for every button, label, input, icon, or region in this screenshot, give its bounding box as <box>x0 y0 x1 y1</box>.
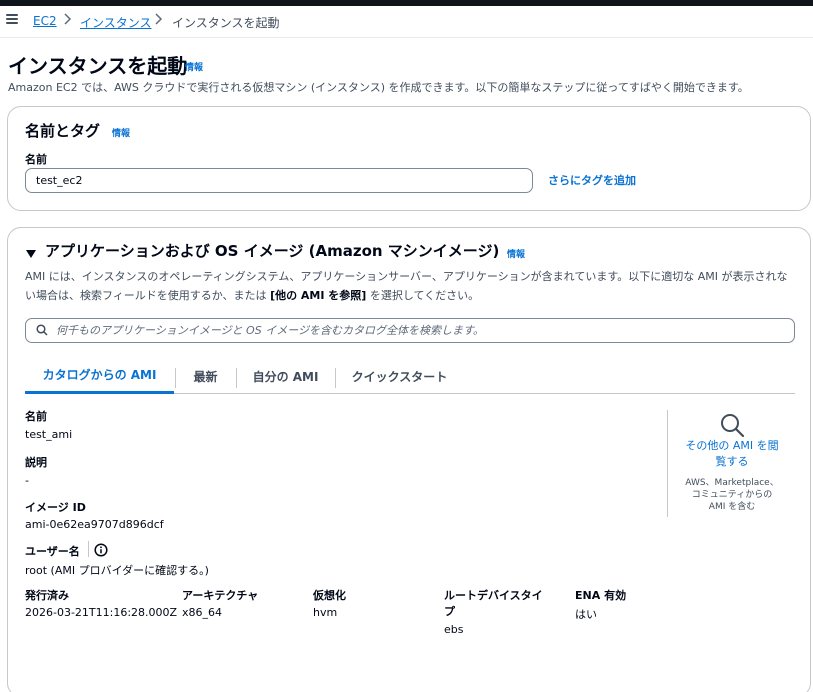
name-input[interactable]: test_ec2 <box>25 168 533 193</box>
ami-desc-label: 説明 <box>25 456 47 469</box>
tab-latest[interactable]: 最新 <box>176 358 235 394</box>
published-value: 2026-03-21T11:16:28.000Z <box>25 606 178 619</box>
name-tags-panel: 名前とタグ 情報 名前 test_ec2 さらにタグを追加 <box>7 106 811 211</box>
breadcrumb-current: インスタンスを起動 <box>172 16 280 30</box>
username-divider <box>88 541 89 557</box>
page-title: インスタンスを起動 <box>8 50 187 79</box>
breadcrumb-instances[interactable]: インスタンス <box>80 14 152 31</box>
browse-more-amis-link[interactable]: その他の AMI を閲 覧する <box>676 438 788 470</box>
browse-note: AWS、Marketplace、 コミュニティからの AMI を含む <box>676 477 788 513</box>
image-id-label: イメージ ID <box>25 501 86 514</box>
info-circle-icon[interactable] <box>94 542 108 561</box>
browse-note-line-1: AWS、Marketplace、 <box>685 478 779 488</box>
browse-divider <box>667 410 668 517</box>
tab-quickstart[interactable]: クイックスタート <box>336 358 463 394</box>
ami-tabs: カタログからの AMI 最新 自分の AMI クイックスタート <box>25 358 795 394</box>
tab-my-ami[interactable]: 自分の AMI <box>237 358 334 394</box>
page-title-text: インスタンスを起動 <box>8 54 188 78</box>
page-description: Amazon EC2 では、AWS クラウドで実行される仮想マシン (インスタン… <box>8 81 749 94</box>
root-device-value: ebs <box>444 623 464 636</box>
browse-note-line-3: AMI を含む <box>708 502 756 512</box>
chevron-right-icon <box>153 13 163 28</box>
virtualization-label: 仮想化 <box>313 589 346 602</box>
name-label: 名前 <box>25 153 47 166</box>
image-id-value: ami-0e62ea9707d896dcf <box>25 518 164 531</box>
username-label: ユーザー名 <box>25 545 80 558</box>
ami-description-bold: [他の AMI を参照] <box>270 289 367 302</box>
browse-link-line-1: その他の AMI を閲 <box>685 439 779 452</box>
ami-desc-value: - <box>25 474 29 487</box>
architecture-value: x86_64 <box>182 606 223 619</box>
ena-value: はい <box>575 608 597 621</box>
ami-description-post: を選択してください。 <box>366 289 480 302</box>
root-device-label: ルートデバイスタイ <box>444 589 543 602</box>
ami-search-field[interactable] <box>25 318 795 343</box>
page-info-link[interactable]: 情報 <box>185 60 203 73</box>
ami-panel: アプリケーションおよび OS イメージ (Amazon マシンイメージ) 情報 … <box>7 227 811 692</box>
search-icon <box>36 321 48 340</box>
menu-icon[interactable] <box>6 14 18 24</box>
ami-heading[interactable]: アプリケーションおよび OS イメージ (Amazon マシンイメージ) <box>45 240 499 261</box>
username-value: root (AMI プロバイダーに確認する。) <box>25 564 209 577</box>
ami-search-input[interactable] <box>56 324 776 337</box>
breadcrumb-ec2[interactable]: EC2 <box>33 14 57 28</box>
tab-catalog-ami[interactable]: カタログからの AMI <box>25 358 174 394</box>
chevron-right-icon <box>62 13 72 28</box>
browse-note-line-2: コミュニティからの <box>691 490 773 500</box>
published-label: 発行済み <box>25 589 69 602</box>
caret-down-icon[interactable] <box>26 244 36 263</box>
browse-link-line-2: 覧する <box>715 455 749 468</box>
ami-description: AMI には、インスタンスのオペレーティングシステム、アプリケーションサーバー、… <box>25 267 797 305</box>
name-tags-info-link[interactable]: 情報 <box>112 126 130 139</box>
architecture-label: アーキテクチャ <box>182 589 259 602</box>
root-device-label-cont: プ <box>444 605 455 618</box>
name-input-value: test_ec2 <box>36 174 83 187</box>
virtualization-value: hvm <box>313 606 338 619</box>
add-tags-link[interactable]: さらにタグを追加 <box>548 172 636 188</box>
ami-info-link[interactable]: 情報 <box>507 247 525 260</box>
ami-name-value: test_ami <box>25 428 73 441</box>
name-tags-heading: 名前とタグ <box>25 122 101 140</box>
ami-name-label: 名前 <box>25 410 47 423</box>
ena-label: ENA 有効 <box>575 589 627 602</box>
